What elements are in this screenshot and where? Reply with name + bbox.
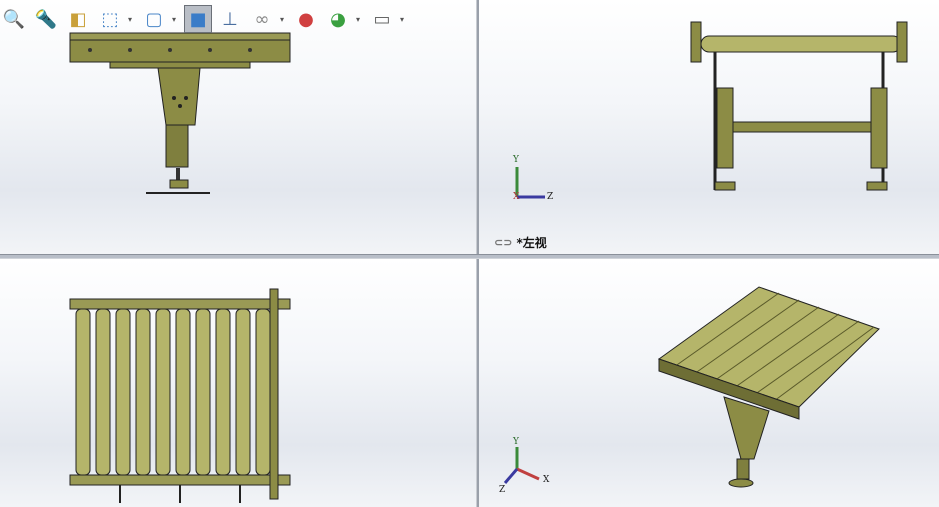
apply-scene-icon[interactable]: ●: [292, 5, 320, 33]
model-top-view: [69, 288, 291, 503]
axis-x-label: X: [543, 475, 550, 485]
viewport-isometric[interactable]: Y X Z: [479, 259, 939, 507]
link-icon: ⊂⊃: [494, 236, 513, 249]
viewport-left[interactable]: Y Z X ⊂⊃ *左视: [479, 0, 939, 254]
heads-up-view-toolbar: 🔍 🔦 ◧ ⬚ ▾ ▢ ▾ ■ ⊥ ∞ ▾ ● ◕ ▾ ▭ ▾: [0, 4, 408, 34]
chevron-down-icon[interactable]: ▾: [400, 15, 408, 24]
axis-x-label: X: [513, 192, 520, 202]
viewport-top[interactable]: [0, 259, 476, 507]
model-front-view: [69, 32, 291, 194]
shaded-view-icon[interactable]: ■: [184, 5, 212, 33]
axis-y-label: Y: [513, 155, 519, 165]
chevron-down-icon[interactable]: ▾: [172, 15, 180, 24]
axis-z-label: Z: [547, 192, 554, 202]
view-orientation-icon[interactable]: ⬚: [96, 5, 124, 33]
model-left-view: [690, 21, 908, 191]
zoom-to-area-icon[interactable]: 🔍: [0, 5, 28, 33]
display-style-icon[interactable]: ▢: [140, 5, 168, 33]
chevron-down-icon[interactable]: ▾: [280, 15, 288, 24]
previous-view-icon[interactable]: 🔦: [32, 5, 60, 33]
axis-y-label: Y: [513, 437, 519, 447]
chevron-down-icon[interactable]: ▾: [356, 15, 364, 24]
viewport-front[interactable]: 🔍 🔦 ◧ ⬚ ▾ ▢ ▾ ■ ⊥ ∞ ▾ ● ◕ ▾ ▭ ▾: [0, 0, 476, 254]
viewport-splitter-horizontal[interactable]: [0, 254, 939, 259]
axis-z-label: Z: [499, 485, 506, 495]
display-monitor-icon[interactable]: ▭: [368, 5, 396, 33]
view-name-label: ⊂⊃ *左视: [494, 236, 547, 250]
edit-appearance-icon[interactable]: ∞: [248, 5, 276, 33]
hide-show-items-icon[interactable]: ⊥: [216, 5, 244, 33]
view-settings-icon[interactable]: ◕: [324, 5, 352, 33]
chevron-down-icon[interactable]: ▾: [128, 15, 136, 24]
section-view-icon[interactable]: ◧: [64, 5, 92, 33]
